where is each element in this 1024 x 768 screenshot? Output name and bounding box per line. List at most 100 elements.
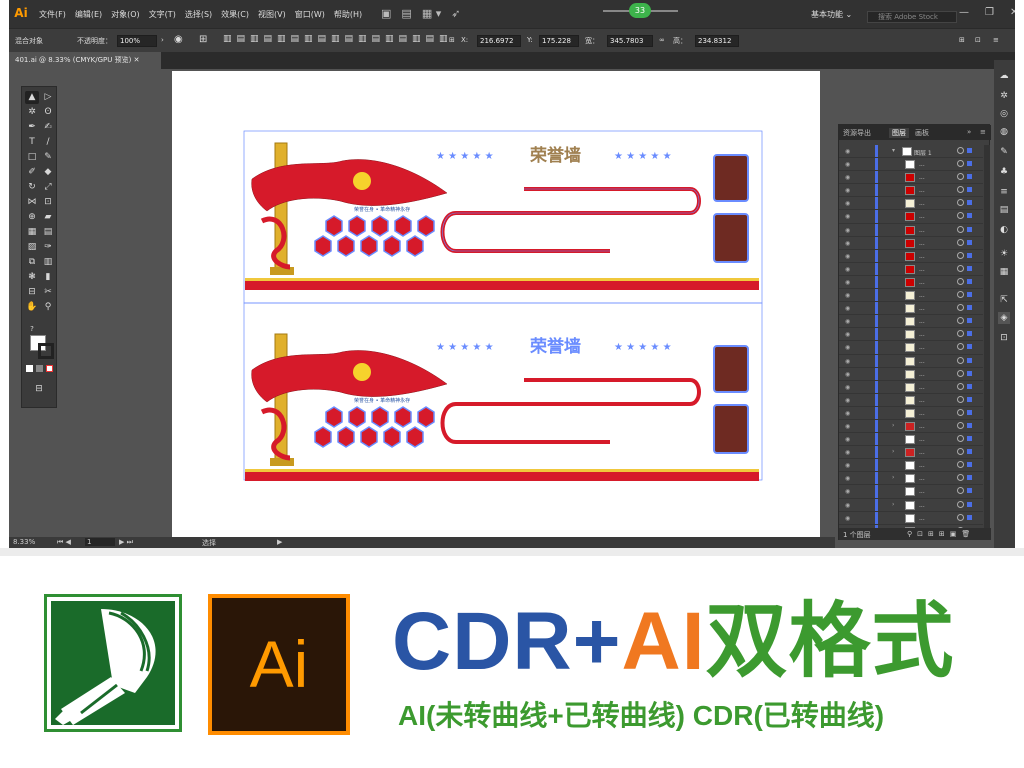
eye-icon[interactable]: ◉ [845,174,850,181]
target-icon[interactable] [957,264,964,272]
target-icon[interactable] [957,369,964,377]
magic-wand-icon[interactable]: ✲ [25,106,39,119]
layer-row[interactable]: ◉ ... [839,433,983,447]
line-tool-icon[interactable]: / [41,136,55,149]
target-icon[interactable] [957,513,964,521]
layer-row[interactable]: ◉ ... [839,315,983,329]
eye-icon[interactable]: ◉ [845,266,850,273]
mesh-icon[interactable]: ▤ [41,226,55,239]
minimize-icon[interactable]: — [959,7,969,18]
layer-row[interactable]: ◉ ... [839,197,983,211]
tab-asset-export[interactable]: 资源导出 [843,128,871,138]
target-icon[interactable] [957,304,964,312]
target-icon[interactable] [957,160,964,168]
zoom-level[interactable]: 8.33% [13,538,35,546]
target-icon[interactable] [957,291,964,299]
layer-row[interactable]: ◉ ... [839,236,983,250]
eye-icon[interactable]: ◉ [845,515,850,522]
reference-point-icon[interactable]: ⊞ [449,36,455,44]
properties-icon[interactable]: ✲ [998,90,1010,102]
target-icon[interactable] [957,421,964,429]
blend-icon[interactable]: ⧉ [25,256,39,269]
layer-row[interactable]: ◉ ... [839,406,983,420]
menu-window[interactable]: 窗口(W) [295,9,325,20]
tab-layers[interactable]: 图层 [889,128,909,138]
menu-view[interactable]: 视图(V) [258,9,286,20]
pen-tool-icon[interactable]: ✒ [25,121,39,134]
libraries-icon[interactable]: ☁ [998,70,1010,82]
curvature-icon[interactable]: ✍ [41,121,55,134]
stroke-swatch[interactable] [38,343,54,359]
layer-row[interactable]: ◉ ... [839,184,983,198]
artboard-nav-next-icon[interactable]: ▶ ⏭ [119,538,133,547]
link-proportions-icon[interactable]: ∞ [659,36,665,44]
perspective-icon[interactable]: ▦ [25,226,39,239]
height-field[interactable]: 234.8312 [695,35,739,47]
stock-search-input[interactable]: 搜索 Adobe Stock [867,11,957,23]
panel-footer-icons[interactable]: ⚲⊡⊞⊞▣🗑 [907,530,975,538]
layer-row[interactable]: ◉ ... [839,393,983,407]
menu-object[interactable]: 对象(O) [111,9,140,20]
transparency-icon[interactable]: ◐ [998,224,1010,236]
recolor-icon[interactable]: ◉ [174,34,183,45]
target-icon[interactable] [957,147,964,154]
target-icon[interactable] [957,461,964,469]
chevron-right-icon[interactable]: › [892,448,894,455]
layer-row[interactable]: ◉ ... [839,158,983,172]
target-icon[interactable] [957,474,964,482]
direct-selection-tool-icon[interactable]: ▷ [41,91,55,104]
color-icon[interactable]: ◎ [998,108,1010,120]
layer-row[interactable]: ◉ ... [839,485,983,499]
target-icon[interactable] [957,356,964,364]
eye-icon[interactable]: ◉ [845,475,850,482]
eraser-icon[interactable]: ◆ [41,166,55,179]
eye-icon[interactable]: ◉ [845,410,850,417]
close-icon[interactable]: ✕ [1010,7,1015,18]
opacity-field[interactable]: 100% [117,35,157,47]
layer-row[interactable]: ◉ › ... [839,446,983,460]
eye-icon[interactable]: ◉ [845,187,850,194]
eye-icon[interactable]: ◉ [845,371,850,378]
column-graph-icon[interactable]: ▮ [41,271,55,284]
eye-icon[interactable]: ◉ [845,200,850,207]
eye-icon[interactable]: ◉ [845,462,850,469]
layer-row[interactable]: ◉ ... [839,459,983,473]
export-icon[interactable]: ⇱ [998,294,1010,306]
target-icon[interactable] [957,238,964,246]
menu-type[interactable]: 文字(T) [149,9,176,20]
gradient-icon[interactable]: ▨ [25,241,39,254]
menu-select[interactable]: 选择(S) [185,9,212,20]
layers-icon[interactable]: ◈ [998,312,1010,324]
menu-help[interactable]: 帮助(H) [334,9,362,20]
eye-icon[interactable]: ◉ [845,292,850,299]
artboards-icon[interactable]: ⊡ [998,332,1010,344]
eye-icon[interactable]: ◉ [845,488,850,495]
eyedropper-icon[interactable]: ✑ [41,241,55,254]
layer-row[interactable]: ◉ › ... [839,498,983,512]
layer-row[interactable]: ◉ ... [839,289,983,303]
width-field[interactable]: 345.7803 [607,35,653,47]
target-icon[interactable] [957,212,964,220]
target-icon[interactable] [957,277,964,285]
eye-icon[interactable]: ◉ [845,227,850,234]
eye-icon[interactable]: ◉ [845,397,850,404]
target-icon[interactable] [957,500,964,508]
free-transform-icon[interactable]: ⊡ [41,196,55,209]
eye-icon[interactable]: ◉ [845,318,850,325]
menu-file[interactable]: 文件(F) [39,9,66,20]
layer-row[interactable]: ◉ › ... [839,472,983,486]
eye-icon[interactable]: ◉ [845,449,850,456]
layer-row[interactable]: ◉ ... [839,341,983,355]
layer-row[interactable]: ◉ ... [839,328,983,342]
panel-scrollbar[interactable] [984,145,990,528]
chevron-right-icon[interactable]: › [892,501,894,508]
eye-icon[interactable]: ◉ [845,436,850,443]
layer-row[interactable]: ◉ ... [839,210,983,224]
target-icon[interactable] [957,186,964,194]
eye-icon[interactable]: ◉ [845,423,850,430]
eye-icon[interactable]: ◉ [845,279,850,286]
document-tab[interactable]: 401.ai @ 8.33% (CMYK/GPU 预览) ✕ [9,52,161,69]
menu-edit[interactable]: 编辑(E) [75,9,102,20]
artboard[interactable]: 荣誉在身 • 革命精神永存 荣誉墙 ★ ★ ★ ★ ★ ★ ★ ★ ★ ★ 荣誉… [172,71,820,539]
eye-icon[interactable]: ◉ [845,344,850,351]
